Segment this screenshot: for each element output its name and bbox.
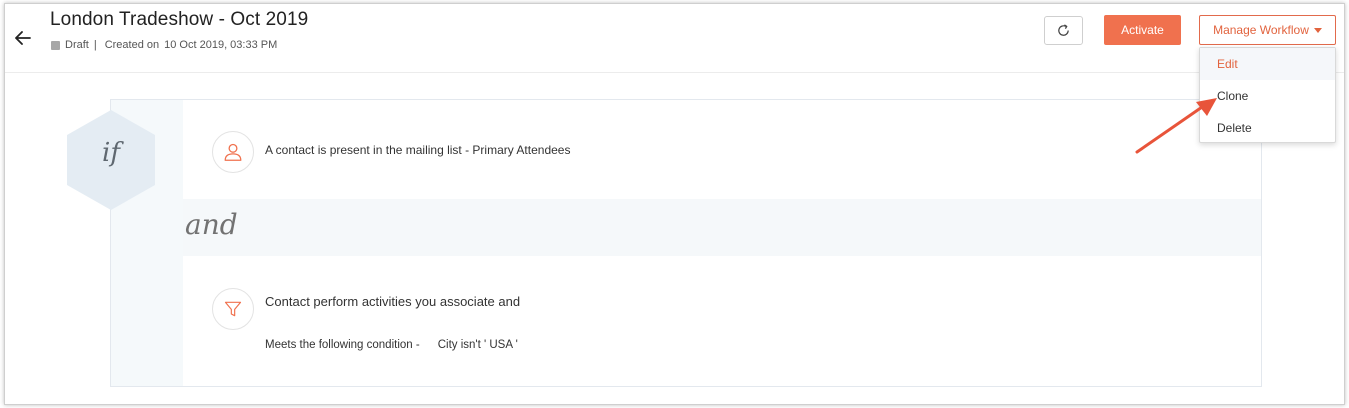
condition-block-2 <box>183 256 1261 386</box>
app-window: London Tradeshow - Oct 2019 Draft | Creat… <box>4 3 1345 405</box>
menu-item-edit[interactable]: Edit <box>1200 48 1335 80</box>
manage-workflow-label: Manage Workflow <box>1213 23 1309 37</box>
meta-separator: | <box>93 39 97 51</box>
annotation-arrow-icon <box>1135 98 1217 154</box>
and-separator-band <box>183 199 1261 256</box>
contact-user-icon <box>212 131 254 173</box>
condition-2-text: Contact perform activities you associate… <box>265 294 521 309</box>
filter-icon <box>212 288 254 330</box>
activate-button[interactable]: Activate <box>1104 15 1181 45</box>
if-label: if <box>102 138 120 168</box>
condition-1-text: A contact is present in the mailing list… <box>265 143 571 157</box>
refresh-button[interactable] <box>1044 16 1083 45</box>
condition-2-criteria: Meets the following condition - City isn'… <box>265 339 518 351</box>
page-header: London Tradeshow - Oct 2019 Draft | Creat… <box>5 4 1344 73</box>
page-title: London Tradeshow - Oct 2019 <box>50 9 309 30</box>
refresh-icon <box>1058 24 1069 36</box>
back-arrow-icon[interactable] <box>13 28 33 48</box>
created-date: 10 Oct 2019, 03:33 PM <box>164 39 278 51</box>
manage-workflow-button[interactable]: Manage Workflow <box>1199 15 1336 45</box>
status-label: Draft <box>65 39 89 51</box>
status-square-icon <box>51 40 60 50</box>
caret-down-icon <box>1313 28 1322 33</box>
criteria-value: City isn't ' USA ' <box>437 339 518 351</box>
created-label: Created on <box>104 39 160 51</box>
and-label: and <box>185 208 238 241</box>
criteria-label: Meets the following condition - <box>265 339 420 351</box>
workflow-meta: Draft | Created on 10 Oct 2019, 03:33 PM <box>51 39 277 51</box>
